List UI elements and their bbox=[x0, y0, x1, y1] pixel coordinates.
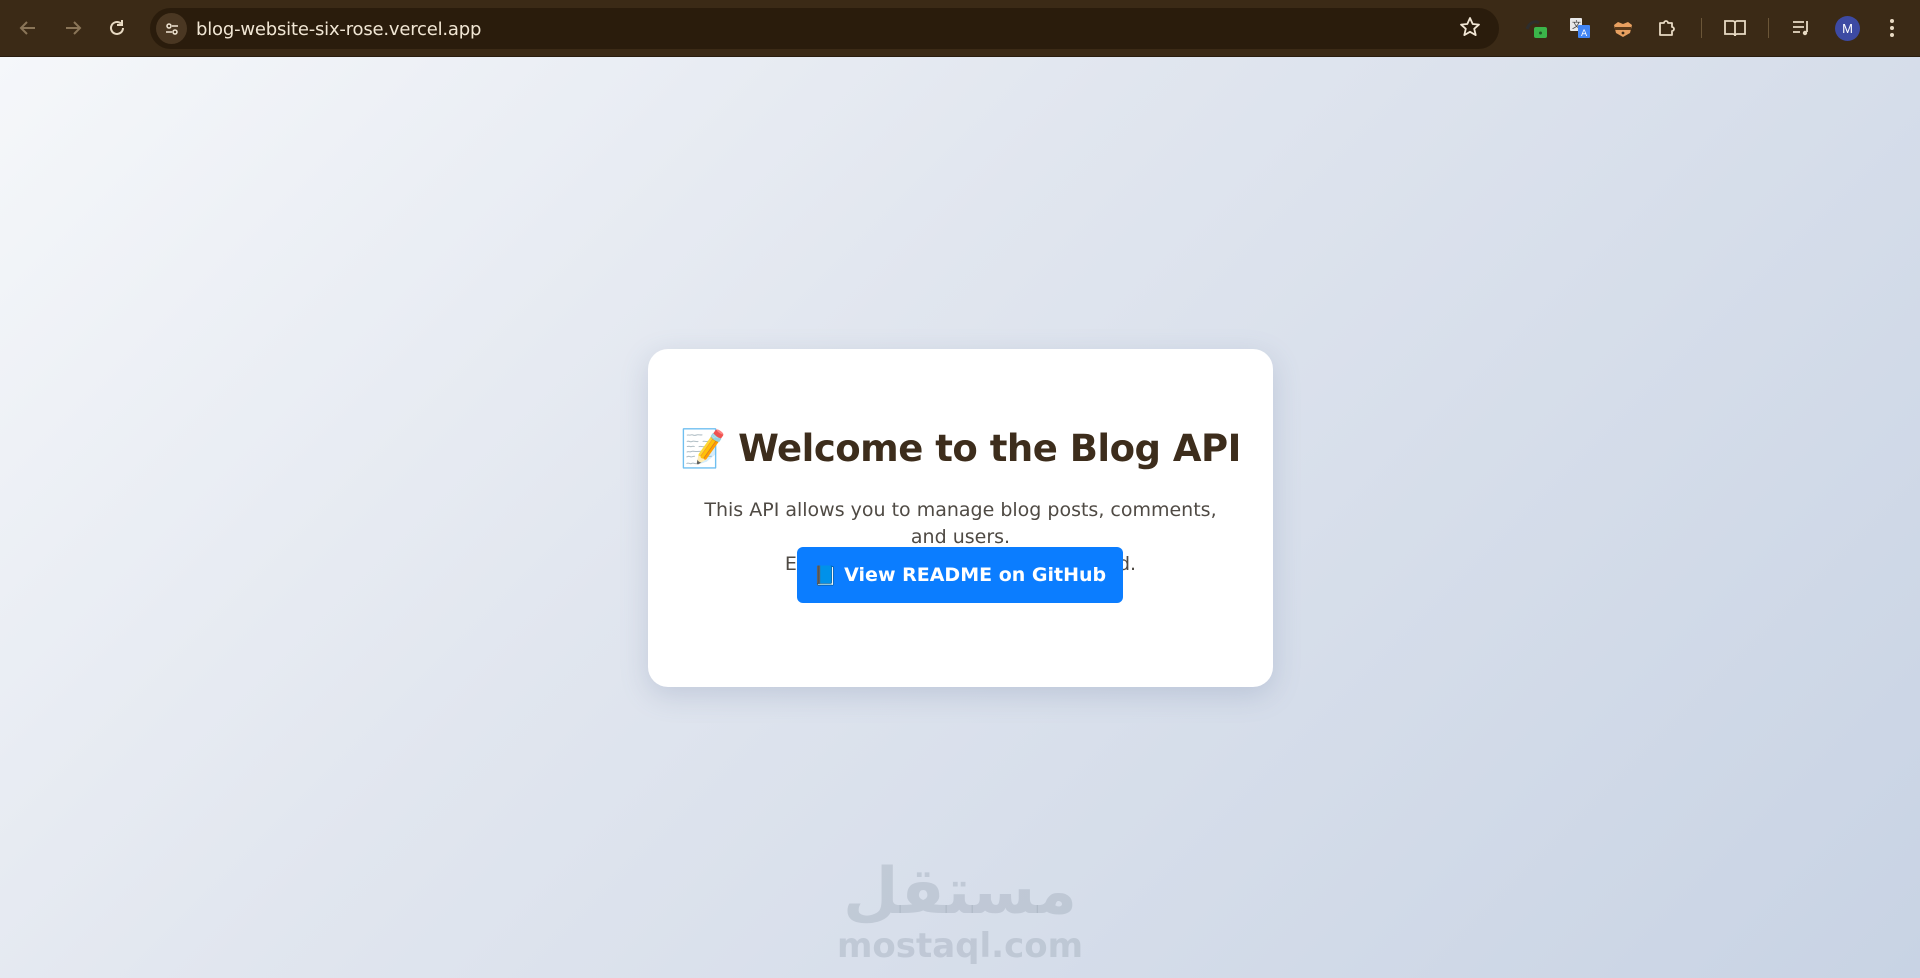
browser-menu-button[interactable] bbox=[1878, 14, 1906, 42]
fox-extension-icon bbox=[1614, 22, 1632, 37]
reload-icon bbox=[110, 20, 124, 35]
book-emoji-icon: 📘 bbox=[813, 564, 838, 587]
watermark-arabic: مستقل bbox=[842, 855, 1078, 929]
fox-extension-button[interactable] bbox=[1609, 14, 1637, 42]
watermark-logo: مستقل mostaql.com bbox=[820, 857, 1100, 965]
site-info-button[interactable] bbox=[156, 13, 187, 44]
memo-emoji-icon: 📝 bbox=[680, 427, 726, 470]
toolbar-divider bbox=[1768, 18, 1769, 38]
extensions-button[interactable] bbox=[1653, 14, 1681, 42]
svg-text:A: A bbox=[1581, 29, 1588, 39]
reading-mode-button[interactable] bbox=[1721, 14, 1749, 42]
back-button[interactable] bbox=[14, 14, 42, 42]
welcome-card: 📝 Welcome to the Blog API This API allow… bbox=[648, 349, 1273, 687]
media-queue-button[interactable] bbox=[1788, 14, 1816, 42]
watermark-latin: mostaql.com bbox=[836, 926, 1084, 966]
reading-mode-icon bbox=[1724, 20, 1746, 37]
star-icon bbox=[1460, 17, 1480, 36]
title-text: Welcome to the Blog API bbox=[738, 427, 1241, 470]
page-content: 📝 Welcome to the Blog API This API allow… bbox=[0, 57, 1920, 978]
extension-green-button[interactable] bbox=[1523, 14, 1551, 42]
translate-button[interactable]: 文A bbox=[1566, 14, 1594, 42]
puzzle-extensions-icon bbox=[1659, 20, 1675, 36]
profile-avatar[interactable]: M bbox=[1835, 16, 1860, 41]
description-line-1: This API allows you to manage blog posts… bbox=[704, 499, 1217, 548]
kebab-menu-icon bbox=[1890, 19, 1894, 37]
bookmark-button[interactable] bbox=[1459, 16, 1481, 44]
forward-button[interactable] bbox=[59, 14, 87, 42]
page-title: 📝 Welcome to the Blog API bbox=[648, 427, 1273, 471]
browser-toolbar: blog-website-six-rose.vercel.app 文A M bbox=[0, 0, 1920, 57]
reload-button[interactable] bbox=[103, 14, 131, 42]
translate-icon: 文A bbox=[1570, 18, 1590, 39]
view-readme-button[interactable]: 📘 View README on GitHub bbox=[797, 547, 1123, 603]
arrow-right-icon bbox=[66, 21, 82, 35]
url-text[interactable]: blog-website-six-rose.vercel.app bbox=[196, 19, 481, 40]
tune-icon bbox=[165, 22, 178, 35]
extension-green-icon bbox=[1525, 20, 1547, 38]
media-queue-icon bbox=[1793, 21, 1808, 36]
button-label: View README on GitHub bbox=[844, 564, 1107, 586]
toolbar-divider bbox=[1701, 18, 1702, 38]
arrow-left-icon bbox=[19, 21, 35, 35]
address-bar[interactable]: blog-website-six-rose.vercel.app bbox=[150, 8, 1499, 49]
